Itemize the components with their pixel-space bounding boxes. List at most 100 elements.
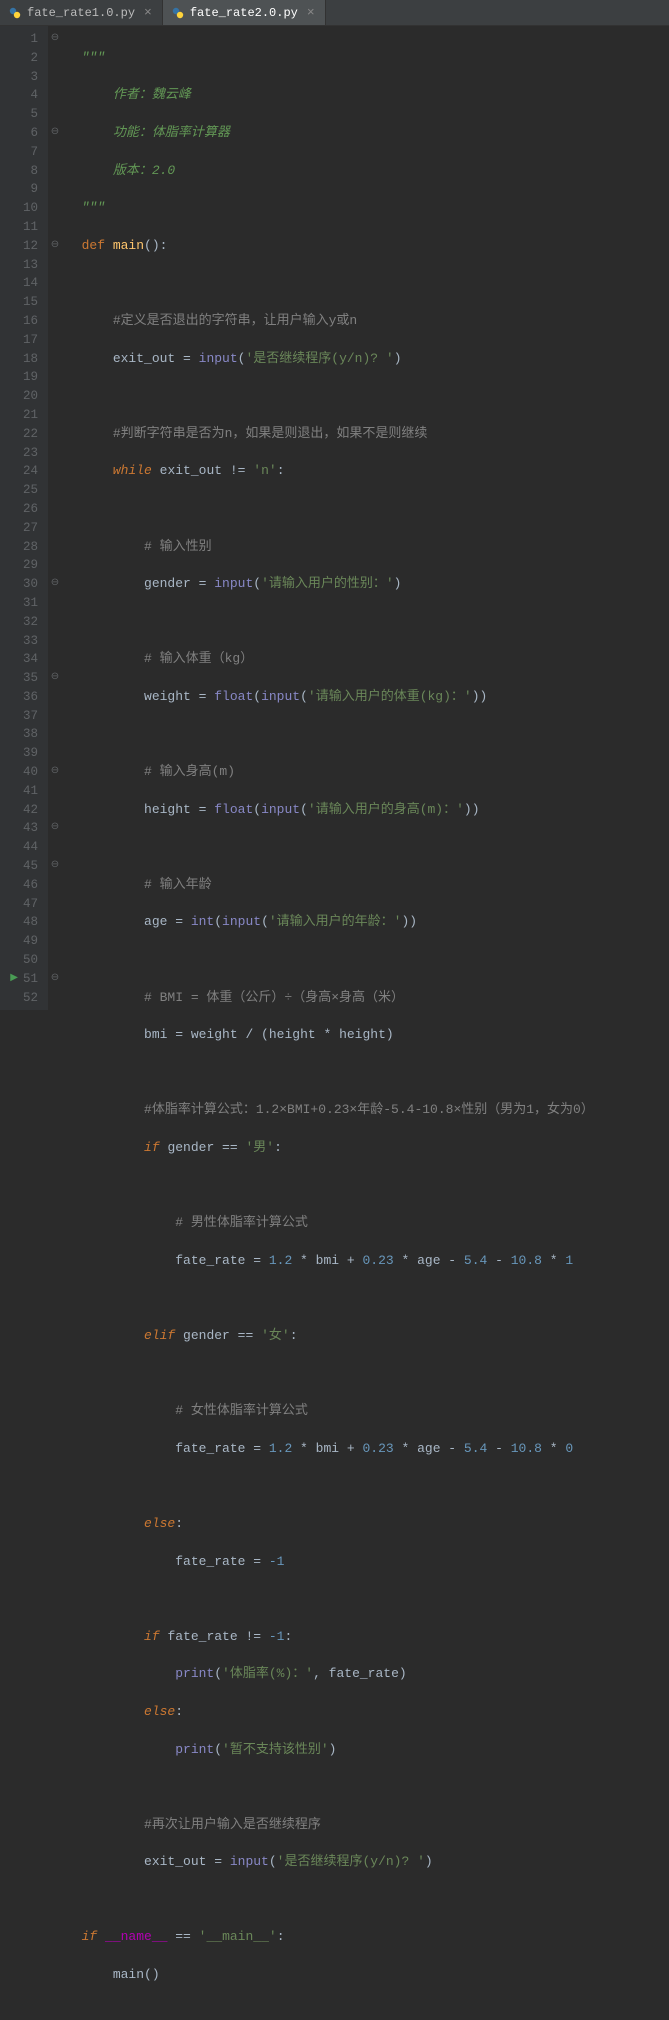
code-line xyxy=(66,500,669,519)
code-line: gender = input('请输入用户的性别：') xyxy=(66,575,669,594)
close-icon[interactable]: × xyxy=(144,5,152,20)
fold-toggle xyxy=(48,913,62,932)
line-number: 40 xyxy=(0,763,38,782)
code-line xyxy=(66,1289,669,1308)
editor-tabs: fate_rate1.0.py × fate_rate2.0.py × xyxy=(0,0,669,26)
close-icon[interactable]: × xyxy=(307,5,315,20)
fold-toggle[interactable]: ⊖ xyxy=(48,970,62,989)
fold-toggle xyxy=(48,538,62,557)
line-number: 45 xyxy=(0,857,38,876)
fold-toggle[interactable]: ⊖ xyxy=(48,857,62,876)
code-line: elif gender == '女': xyxy=(66,1327,669,1346)
code-line xyxy=(66,613,669,632)
line-number: 52 xyxy=(0,989,38,1008)
line-number: 21 xyxy=(0,406,38,425)
code-line xyxy=(66,1177,669,1196)
tab-file-2[interactable]: fate_rate2.0.py × xyxy=(163,0,326,25)
line-number: 33 xyxy=(0,632,38,651)
fold-toggle xyxy=(48,932,62,951)
fold-toggle xyxy=(48,68,62,87)
fold-toggle xyxy=(48,481,62,500)
fold-toggle xyxy=(48,312,62,331)
line-number: 12 xyxy=(0,237,38,256)
code-line: # 输入性别 xyxy=(66,538,669,557)
fold-toggle xyxy=(48,105,62,124)
fold-toggle xyxy=(48,707,62,726)
code-line: else: xyxy=(66,1703,669,1722)
fold-toggle[interactable]: ⊖ xyxy=(48,30,62,49)
line-number: 50 xyxy=(0,951,38,970)
fold-toggle xyxy=(48,86,62,105)
line-number: 31 xyxy=(0,594,38,613)
line-number: 30 xyxy=(0,575,38,594)
line-number: 20 xyxy=(0,387,38,406)
code-area[interactable]: """ 作者：魏云峰 功能：体脂率计算器 版本：2.0 """ def main… xyxy=(62,26,669,1010)
code-line: # 输入体重（kg） xyxy=(66,650,669,669)
code-line: main() xyxy=(66,1966,669,1985)
fold-toggle xyxy=(48,895,62,914)
line-number: ▶51 xyxy=(0,970,38,989)
code-line: if __name__ == '__main__': xyxy=(66,1928,669,1947)
line-number: 19 xyxy=(0,368,38,387)
line-number: 2 xyxy=(0,49,38,68)
code-line: #再次让用户输入是否继续程序 xyxy=(66,1816,669,1835)
code-line: fate_rate = -1 xyxy=(66,1553,669,1572)
code-line: if gender == '男': xyxy=(66,1139,669,1158)
code-line: 作者：魏云峰 xyxy=(66,86,669,105)
fold-toggle xyxy=(48,425,62,444)
code-line: fate_rate = 1.2 * bmi + 0.23 * age - 5.4… xyxy=(66,1252,669,1271)
fold-toggle xyxy=(48,500,62,519)
line-number: 11 xyxy=(0,218,38,237)
fold-toggle[interactable]: ⊖ xyxy=(48,575,62,594)
fold-toggle[interactable]: ⊖ xyxy=(48,124,62,143)
line-number: 16 xyxy=(0,312,38,331)
line-number: 27 xyxy=(0,519,38,538)
line-number: 24 xyxy=(0,462,38,481)
tab-file-1[interactable]: fate_rate1.0.py × xyxy=(0,0,163,25)
line-number: 26 xyxy=(0,500,38,519)
fold-toggle xyxy=(48,444,62,463)
code-line: # 男性体脂率计算公式 xyxy=(66,1214,669,1233)
fold-toggle xyxy=(48,462,62,481)
fold-toggle xyxy=(48,519,62,538)
code-line: # BMI = 体重（公斤）÷（身高×身高（米） xyxy=(66,989,669,1008)
code-line xyxy=(66,387,669,406)
code-line xyxy=(66,1477,669,1496)
fold-toggle[interactable]: ⊖ xyxy=(48,763,62,782)
code-line: while exit_out != 'n': xyxy=(66,462,669,481)
fold-toggle xyxy=(48,876,62,895)
fold-toggle[interactable]: ⊖ xyxy=(48,669,62,688)
fold-toggle xyxy=(48,143,62,162)
fold-toggle xyxy=(48,368,62,387)
code-line xyxy=(66,1064,669,1083)
fold-toggle xyxy=(48,274,62,293)
line-number: 42 xyxy=(0,801,38,820)
fold-toggle[interactable]: ⊖ xyxy=(48,819,62,838)
fold-toggle xyxy=(48,650,62,669)
line-number: 4 xyxy=(0,86,38,105)
tab-label: fate_rate1.0.py xyxy=(27,6,135,20)
code-line: age = int(input('请输入用户的年龄：')) xyxy=(66,913,669,932)
fold-toggle xyxy=(48,49,62,68)
code-line: #判断字符串是否为n，如果是则退出，如果不是则继续 xyxy=(66,425,669,444)
code-line xyxy=(66,1778,669,1797)
code-line: weight = float(input('请输入用户的体重(kg)：')) xyxy=(66,688,669,707)
code-line: fate_rate = 1.2 * bmi + 0.23 * age - 5.4… xyxy=(66,1440,669,1459)
fold-toggle[interactable]: ⊖ xyxy=(48,237,62,256)
line-number: 28 xyxy=(0,538,38,557)
fold-toggle xyxy=(48,180,62,199)
code-line: bmi = weight / (height * height) xyxy=(66,1026,669,1045)
fold-toggle xyxy=(48,406,62,425)
run-marker-icon[interactable]: ▶ xyxy=(10,970,18,989)
fold-toggle xyxy=(48,725,62,744)
code-line: #体脂率计算公式：1.2×BMI+0.23×年龄-5.4-10.8×性别（男为1… xyxy=(66,1101,669,1120)
line-number: 47 xyxy=(0,895,38,914)
line-number: 5 xyxy=(0,105,38,124)
fold-gutter: ⊖ ⊖ ⊖ ⊖ ⊖ ⊖ ⊖ ⊖ ⊖ xyxy=(48,26,62,1010)
line-number: 7 xyxy=(0,143,38,162)
code-editor[interactable]: 1234567891011121314151617181920212223242… xyxy=(0,26,669,1010)
line-number: 10 xyxy=(0,199,38,218)
fold-toggle xyxy=(48,256,62,275)
code-line: """ xyxy=(66,49,669,68)
line-number: 18 xyxy=(0,350,38,369)
